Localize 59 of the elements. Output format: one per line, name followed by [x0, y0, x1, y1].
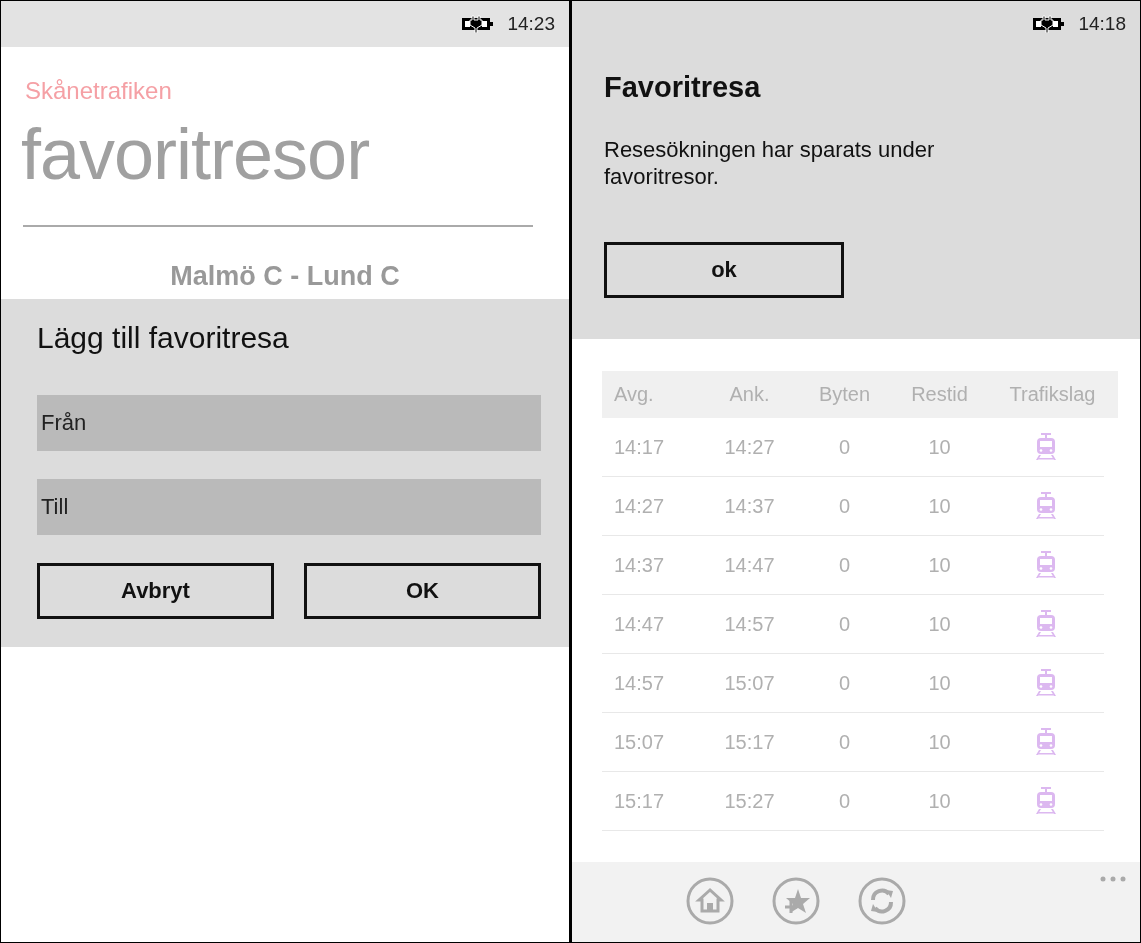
table-cell-text: 14:57 — [613, 671, 666, 695]
battery-charging-icon — [461, 15, 496, 33]
home-icon[interactable] — [685, 876, 735, 926]
table-cell-text: 10 — [927, 730, 952, 754]
train-icon — [1034, 728, 1057, 756]
table-cell-text: 0 — [837, 730, 852, 754]
table-cell-text: 14:47 — [723, 553, 776, 577]
table-cell-text: 0 — [837, 553, 852, 577]
page-title: favoritresor — [21, 113, 371, 195]
train-icon — [1034, 669, 1057, 697]
add-favorite-icon[interactable] — [771, 876, 821, 926]
battery-charging-icon — [1032, 15, 1067, 33]
ok-button[interactable]: OK — [304, 563, 541, 619]
table-cell-text: 14:17 — [613, 435, 666, 459]
column-header: Avg. — [613, 383, 655, 406]
table-cell-text: 15:17 — [613, 789, 666, 813]
table-cell-text: 10 — [927, 553, 952, 577]
table-cell-text: 10 — [927, 435, 952, 459]
message-title: Favoritresa — [604, 71, 762, 104]
column-header: Ank. — [728, 383, 771, 406]
train-icon — [1034, 492, 1057, 520]
train-icon — [1034, 610, 1057, 638]
refresh-icon[interactable] — [857, 876, 907, 926]
table-cell-text: 10 — [927, 789, 952, 813]
table-cell-text: 15:07 — [723, 671, 776, 695]
dialog-title: Lägg till favoritresa — [37, 321, 290, 355]
table-cell-text: 14:37 — [613, 553, 666, 577]
table-cell-text: 0 — [837, 789, 852, 813]
table-cell-text: 10 — [927, 494, 952, 518]
table-cell-text: 14:27 — [723, 435, 776, 459]
table-cell-text: 10 — [927, 612, 952, 636]
table-cell-text: 15:07 — [613, 730, 666, 754]
status-time: 14:23 — [507, 13, 555, 35]
train-icon — [1034, 787, 1057, 815]
column-header: Trafikslag — [1008, 383, 1097, 406]
message-text: Resesökningen har sparats under favoritresor. — [604, 136, 936, 190]
status-time: 14:18 — [1078, 13, 1126, 35]
column-header: Byten — [817, 383, 872, 406]
app-name: Skånetrafiken — [25, 77, 173, 105]
table-cell-text: 0 — [837, 494, 852, 518]
train-icon — [1034, 551, 1057, 579]
input-field[interactable]: Från — [37, 395, 541, 451]
more-icon[interactable] — [1100, 876, 1126, 882]
column-header: Restid — [910, 383, 969, 406]
input-field[interactable]: Till — [37, 479, 541, 535]
table-cell-text: 14:27 — [613, 494, 666, 518]
table-cell-text: 0 — [837, 671, 852, 695]
trip-title: Malmö C - Lund C — [169, 261, 401, 293]
ok-button[interactable]: ok — [604, 242, 844, 298]
table-cell-text: 15:17 — [723, 730, 776, 754]
table-cell-text: 10 — [927, 671, 952, 695]
table-cell-text: 0 — [837, 435, 852, 459]
table-cell-text: 0 — [837, 612, 852, 636]
table-cell-text: 14:47 — [613, 612, 666, 636]
table-cell-text: 14:37 — [723, 494, 776, 518]
table-cell-text: 14:57 — [723, 612, 776, 636]
cancel-button[interactable]: Avbryt — [37, 563, 274, 619]
table-cell-text: 15:27 — [723, 789, 776, 813]
train-icon — [1034, 433, 1057, 461]
